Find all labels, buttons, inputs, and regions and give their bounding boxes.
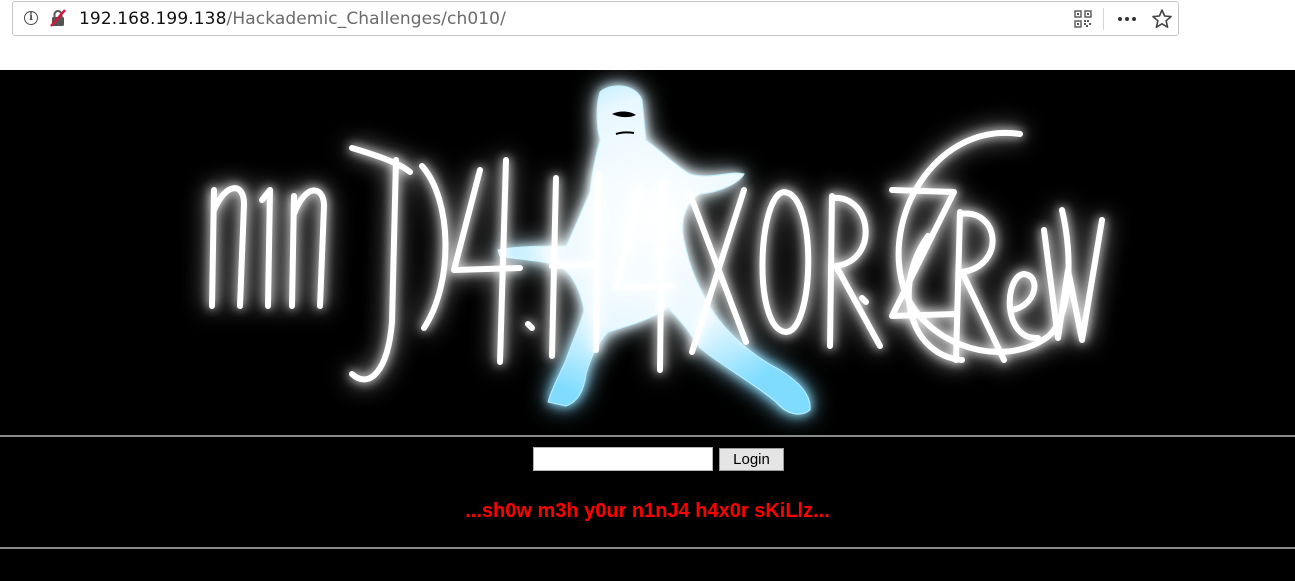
browser-toolbar: i 192.168.199.138/Hackademic_Challenges/… xyxy=(0,0,1295,70)
ninja-haxorz-banner xyxy=(209,85,1105,415)
divider-top xyxy=(0,435,1295,437)
address-bar[interactable]: i 192.168.199.138/Hackademic_Challenges/… xyxy=(12,1,1179,36)
bookmark-star-icon[interactable] xyxy=(1151,8,1173,30)
insecure-connection-icon[interactable] xyxy=(49,9,67,27)
tagline-text: ...sh0w m3h y0ur n1nJ4 h4x0r sKiLlz... xyxy=(465,500,830,522)
login-input[interactable] xyxy=(533,447,713,471)
url-text[interactable]: 192.168.199.138/Hackademic_Challenges/ch… xyxy=(79,9,506,29)
info-icon[interactable]: i xyxy=(24,11,38,25)
toolbar-separator xyxy=(1103,8,1104,30)
qr-code-icon[interactable] xyxy=(1074,10,1092,28)
login-button[interactable]: Login xyxy=(719,448,784,471)
more-options-icon[interactable] xyxy=(1116,10,1138,28)
url-path: /Hackademic_Challenges/ch010/ xyxy=(226,9,506,29)
url-host: 192.168.199.138 xyxy=(79,9,227,29)
page-body: Login ...sh0w m3h y0ur n1nJ4 h4x0r sKiLl… xyxy=(0,70,1295,581)
divider-bottom xyxy=(0,547,1295,549)
